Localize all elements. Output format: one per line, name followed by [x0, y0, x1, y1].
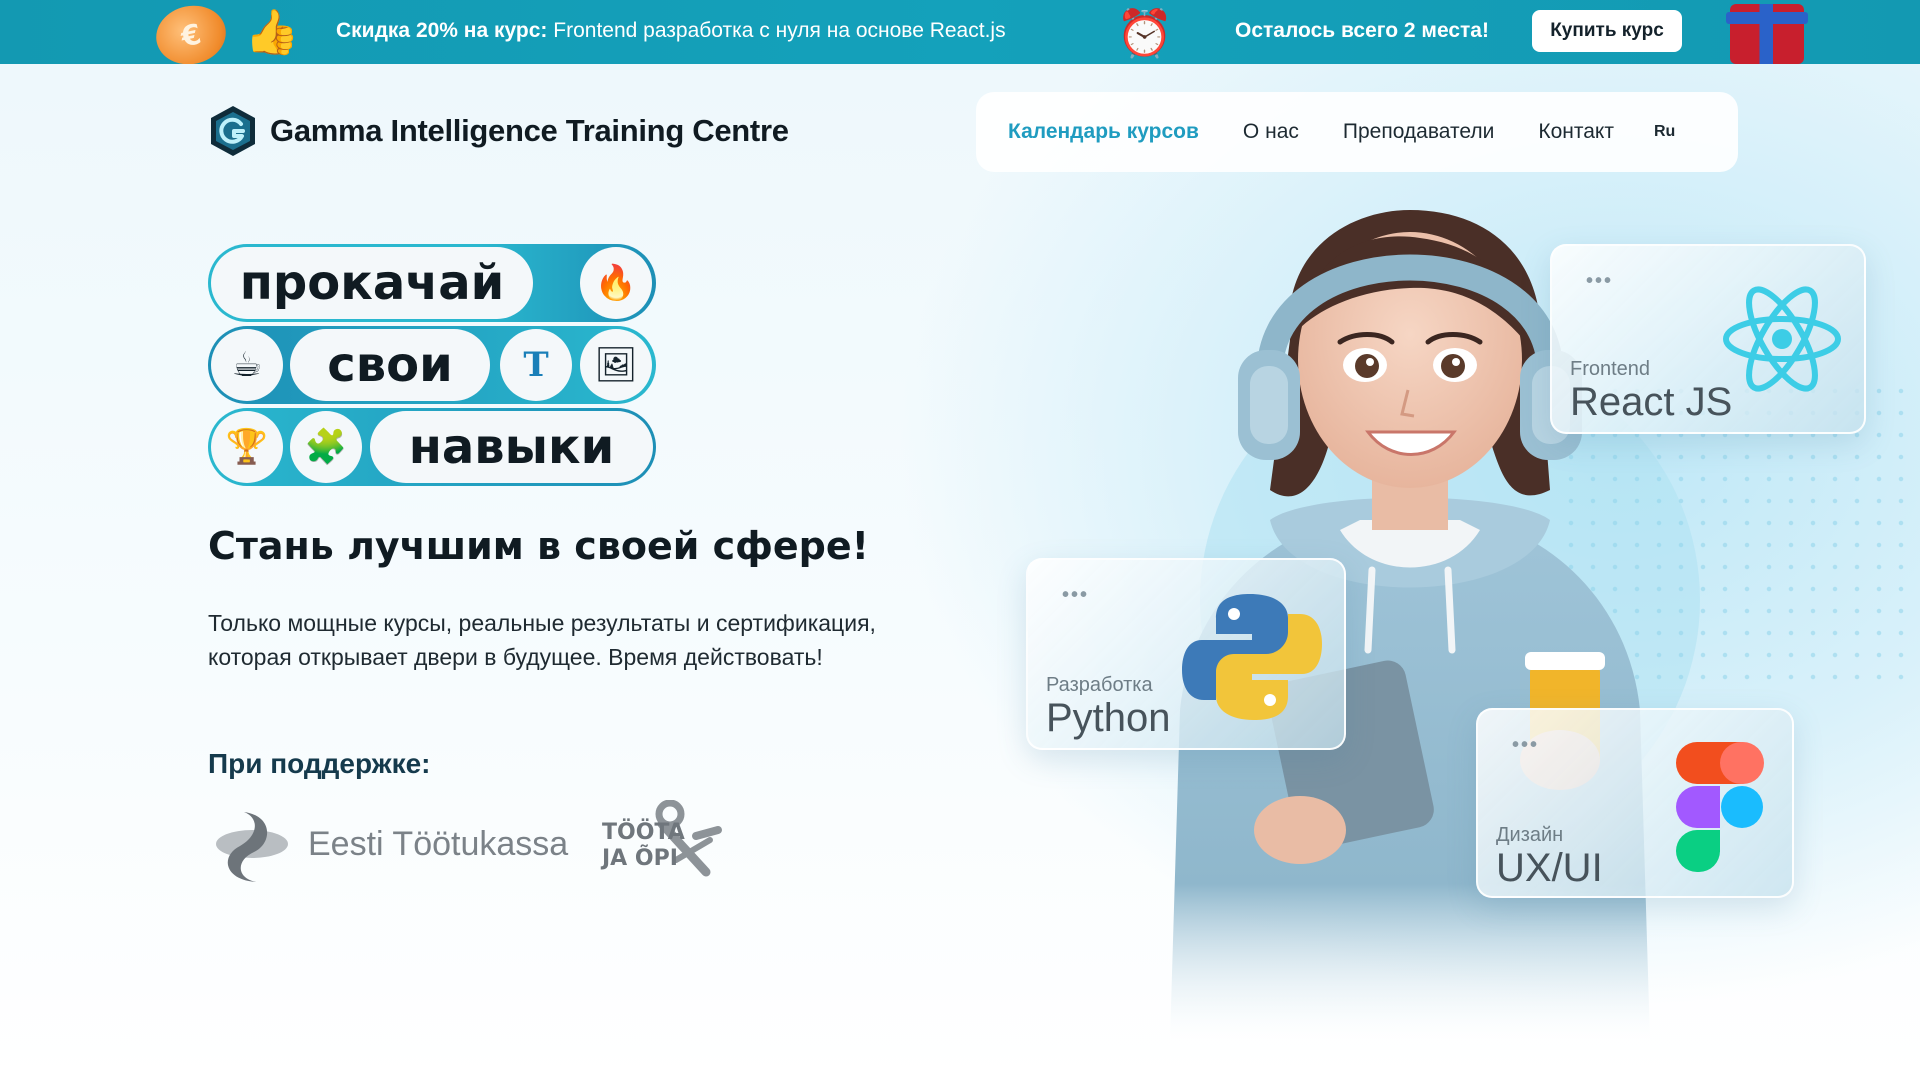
pill-word-1: прокачай — [211, 247, 533, 319]
nav-course-calendar[interactable]: Календарь курсов — [1008, 120, 1199, 144]
language-switcher[interactable]: Ru — [1654, 123, 1675, 141]
course-card-react[interactable]: ••• Frontend React JS — [1550, 244, 1866, 434]
seats-left-text: Осталось всего 2 места! — [1235, 19, 1489, 42]
image-icon: 🖼 — [580, 329, 652, 401]
nav-teachers[interactable]: Преподаватели — [1343, 120, 1494, 144]
text-tool-icon: T — [500, 329, 572, 401]
promo-course: Frontend разработка с нуля на основе Rea… — [553, 19, 1006, 42]
pill-word-2: свои — [290, 329, 490, 401]
promo-bar: € 👍 Скидка 20% на курс: Frontend разрабо… — [0, 0, 1920, 71]
promo-text: Скидка 20% на курс: Frontend разработка … — [336, 19, 1006, 43]
pill-row-2: ☕ свои T 🖼 — [208, 326, 656, 404]
card-menu-dots: ••• — [1062, 584, 1090, 606]
euro-coin-icon: € — [150, 0, 232, 71]
logo-name: Gamma Intelligence Training Centre — [270, 113, 789, 148]
partner-eesti-tootukassa[interactable]: Eesti Töötukassa — [214, 804, 568, 884]
promo-discount: Скидка 20% на курс: — [336, 19, 548, 42]
trophy-icon: 🏆 — [211, 411, 283, 483]
course-category: Frontend — [1570, 358, 1651, 380]
site-logo[interactable]: Gamma Intelligence Training Centre — [208, 104, 789, 158]
skills-pills: прокачай 🔥 ☕ свои T 🖼 🏆 🧩 навыки — [208, 244, 656, 486]
course-card-python[interactable]: ••• Разработка Python — [1026, 558, 1346, 750]
course-card-uxui[interactable]: ••• Дизайн UX/UI — [1476, 708, 1794, 898]
thumbs-up-icon: 👍 — [244, 7, 300, 58]
logo-icon — [211, 106, 255, 156]
card-menu-dots: ••• — [1586, 270, 1614, 292]
partner-toota-ja-opi[interactable]: TÖÖTA JA ÕPI — [600, 800, 724, 882]
course-category: Разработка — [1046, 674, 1153, 696]
buy-course-button[interactable]: Купить курс — [1532, 10, 1682, 52]
course-category: Дизайн — [1496, 824, 1564, 846]
nav-about[interactable]: О нас — [1243, 120, 1299, 144]
support-title: При поддержке: — [208, 748, 431, 779]
python-logo-icon — [1182, 594, 1322, 720]
pill-word-3: навыки — [370, 411, 653, 483]
course-title: UX/UI — [1496, 846, 1603, 890]
main-nav: Календарь курсов О нас Преподаватели Кон… — [976, 92, 1738, 172]
partner-2-line1: TÖÖTA — [602, 820, 685, 845]
hero-lead-text: Только мощные курсы, реальные результаты… — [208, 610, 876, 670]
gift-box-icon — [1726, 4, 1808, 64]
hero-headline: Стань лучшим в своей сфере! — [208, 524, 869, 568]
pill-row-3: 🏆 🧩 навыки — [208, 408, 656, 486]
pill-row-1: прокачай 🔥 — [208, 244, 656, 322]
card-menu-dots: ••• — [1512, 734, 1540, 756]
partner-2-line2: JA ÕPI — [602, 846, 678, 871]
puzzle-icon: 🧩 — [290, 411, 362, 483]
fire-icon: 🔥 — [580, 247, 652, 319]
tootukassa-logo-icon — [216, 812, 288, 882]
cup-icon: ☕ — [211, 329, 283, 401]
figma-logo-icon — [1676, 742, 1764, 872]
react-logo-icon — [1723, 286, 1841, 392]
nav-contact[interactable]: Контакт — [1538, 120, 1614, 144]
partner-1-name: Eesti Töötukassa — [308, 824, 569, 863]
course-title: React JS — [1570, 380, 1733, 424]
alarm-clock-icon: ⏰ — [1116, 5, 1174, 60]
partner-2-text: TÖÖTA JA ÕPI — [602, 820, 685, 872]
course-title: Python — [1046, 696, 1171, 740]
